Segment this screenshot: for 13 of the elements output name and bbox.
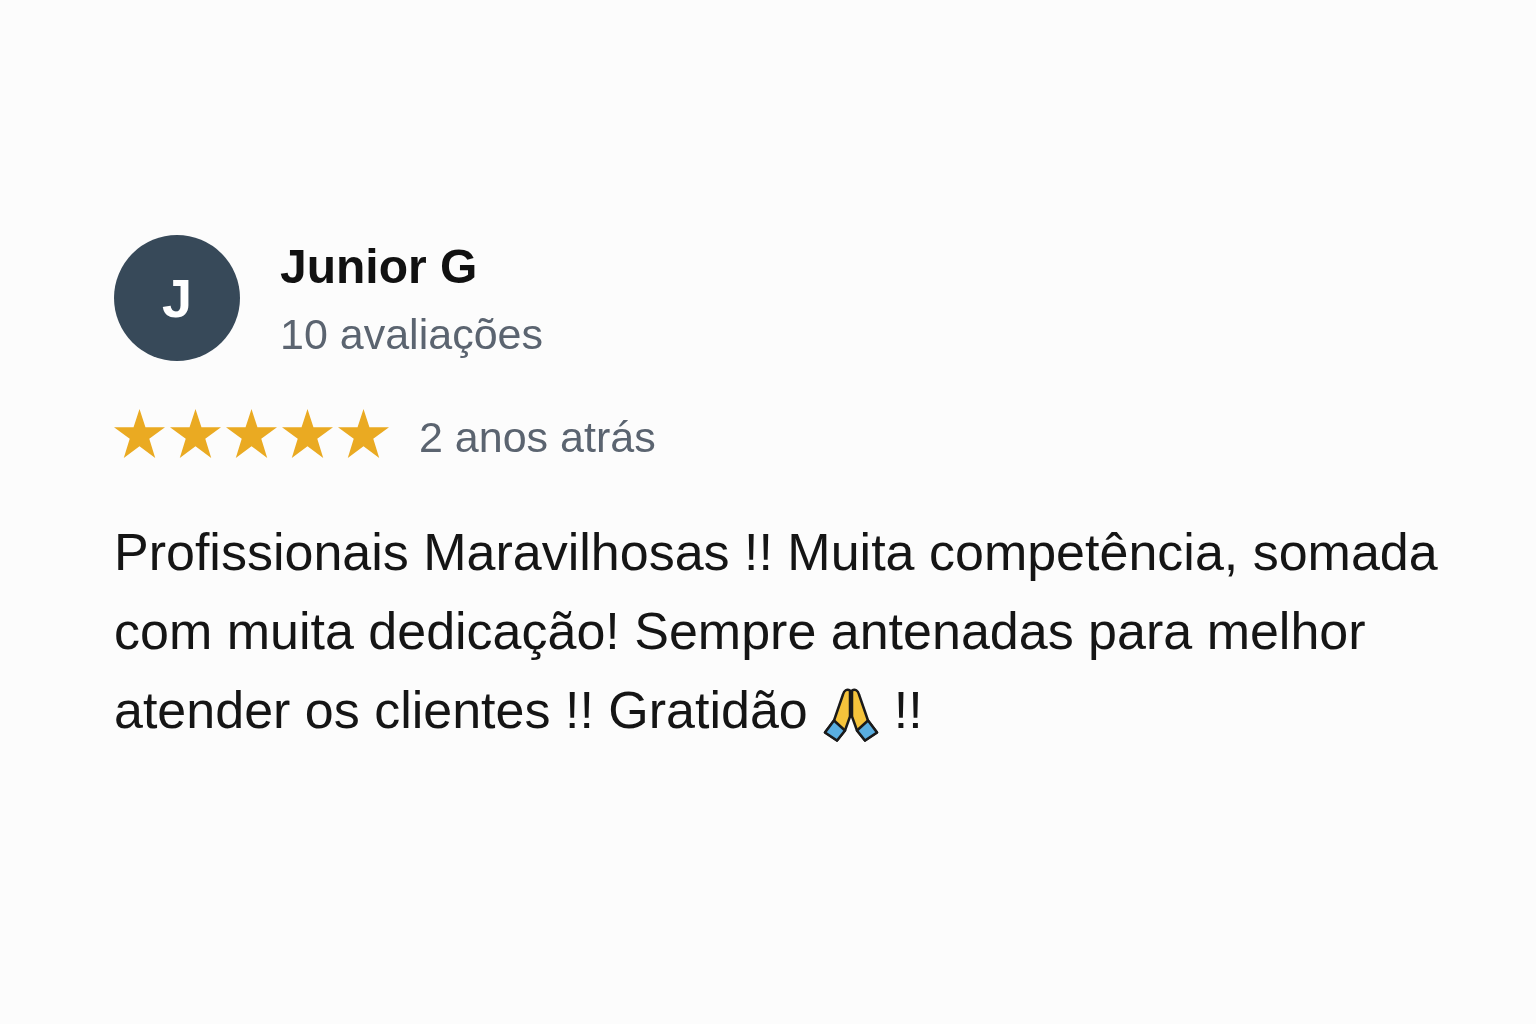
review-text: atender os clientes !! Gratidão [114, 679, 808, 741]
star-icon [338, 408, 389, 458]
star-icon [170, 408, 221, 458]
review-text: Profissionais Maravilhosas !! Muita competência, somada [114, 521, 1438, 583]
review-count: 10 avaliações [280, 309, 543, 359]
star-icon [226, 408, 277, 458]
star-icon [114, 408, 165, 458]
review-text: !! [893, 679, 923, 741]
avatar: J [114, 235, 240, 361]
star-icon [282, 408, 333, 458]
review-time: 2 anos atrás [419, 412, 656, 462]
review-text: com muita dedicação! Sempre antenadas para melhor [114, 600, 1366, 662]
reviewer-name: Junior G [280, 239, 479, 295]
